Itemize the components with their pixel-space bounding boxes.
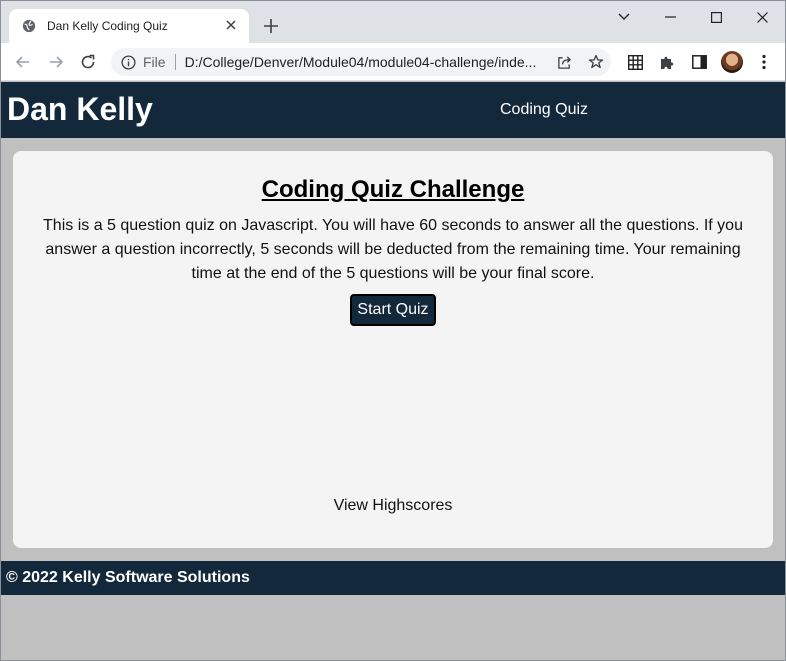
back-icon[interactable]: [11, 50, 35, 74]
nav-coding-quiz[interactable]: Coding Quiz: [500, 101, 588, 119]
quiz-description: This is a 5 question quiz on Javascript.…: [43, 217, 743, 282]
tab-title: Dan Kelly Coding Quiz: [47, 19, 168, 33]
browser-toolbar: File D:/College/Denver/Module04/module04…: [1, 43, 785, 81]
plus-icon[interactable]: [259, 14, 283, 38]
chevron-down-icon[interactable]: [601, 5, 647, 29]
footer-copyright: © 2022 Kelly Software Solutions: [6, 569, 250, 586]
close-icon[interactable]: [223, 18, 239, 34]
url-text[interactable]: D:/College/Denver/Module04/module04-chal…: [185, 54, 545, 70]
close-window-icon[interactable]: [739, 5, 785, 29]
star-icon[interactable]: [586, 52, 606, 72]
browser-window: Dan Kelly Coding Quiz File D:/College/De…: [0, 0, 786, 661]
site-header: Dan Kelly Coding Quiz: [1, 82, 785, 138]
side-panel-icon[interactable]: [687, 50, 711, 74]
puzzle-icon[interactable]: [655, 50, 679, 74]
start-quiz-button[interactable]: Start Quiz: [350, 294, 436, 326]
tab-strip: Dan Kelly Coding Quiz: [1, 1, 785, 43]
globe-icon: [21, 18, 37, 34]
view-highscores-link[interactable]: View Highscores: [13, 497, 773, 515]
omnibox-divider: [174, 54, 176, 70]
address-bar[interactable]: File D:/College/Denver/Module04/module04…: [111, 48, 611, 76]
kebab-menu-icon[interactable]: [752, 50, 776, 74]
quiz-card: Coding Quiz Challenge This is a 5 questi…: [13, 151, 773, 548]
avatar[interactable]: [721, 51, 743, 73]
reload-icon[interactable]: [76, 50, 100, 74]
info-icon[interactable]: [119, 53, 137, 71]
tab-active[interactable]: Dan Kelly Coding Quiz: [9, 9, 249, 43]
minimize-icon[interactable]: [647, 5, 693, 29]
grid-extension-icon[interactable]: [623, 50, 647, 74]
forward-icon[interactable]: [44, 50, 68, 74]
scheme-label: File: [143, 54, 166, 70]
maximize-icon[interactable]: [693, 5, 739, 29]
share-icon[interactable]: [554, 52, 574, 72]
page-title: Coding Quiz Challenge: [261, 176, 525, 203]
page-viewport: Dan Kelly Coding Quiz Coding Quiz Challe…: [1, 82, 785, 660]
site-footer: © 2022 Kelly Software Solutions: [1, 561, 785, 595]
site-name: Dan Kelly: [7, 91, 153, 127]
